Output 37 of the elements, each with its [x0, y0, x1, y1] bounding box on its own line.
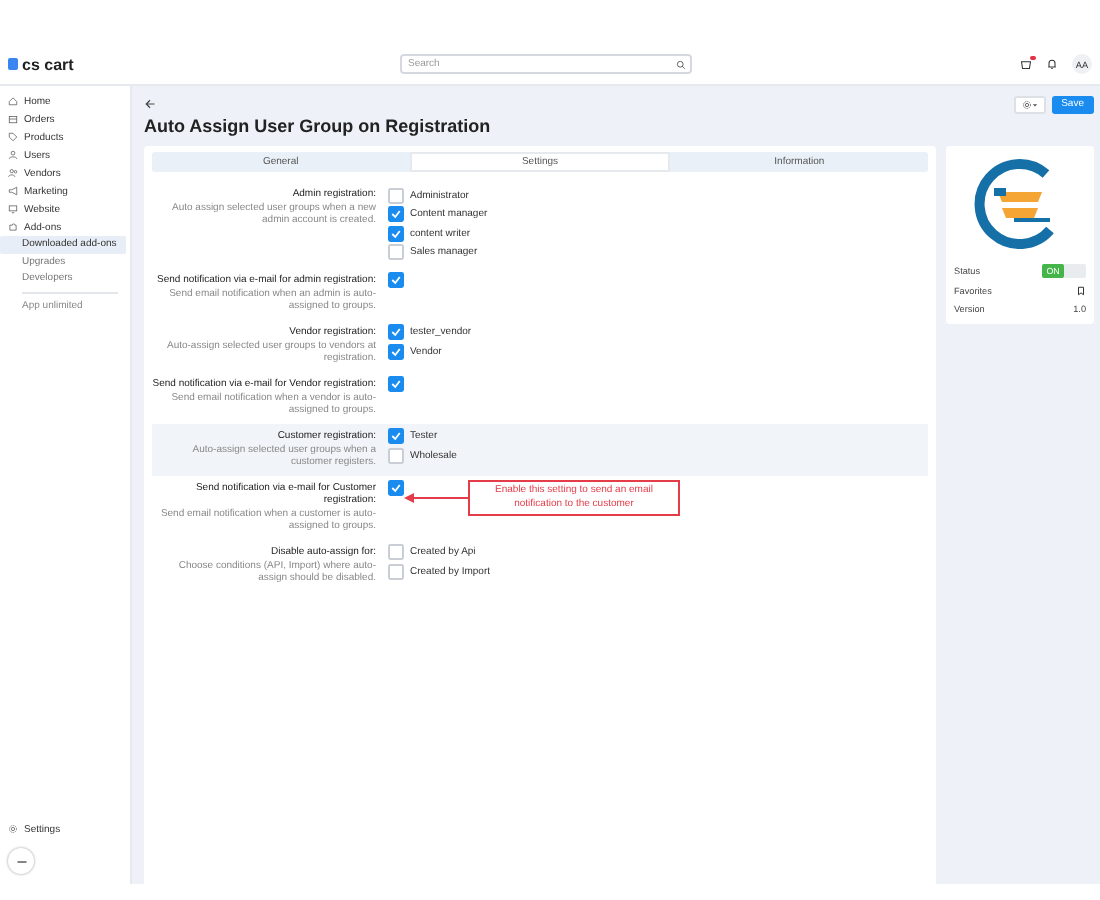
checked-checkbox[interactable] [388, 225, 404, 241]
minus-icon [15, 855, 27, 867]
bell-icon[interactable] [1046, 58, 1058, 70]
tag-icon [8, 132, 18, 142]
checkbox[interactable] [388, 544, 404, 560]
checked-checkbox[interactable] [388, 343, 404, 359]
user-icon [8, 150, 18, 160]
megaphone-icon [8, 186, 18, 196]
back-arrow-icon[interactable] [144, 98, 156, 110]
checkbox[interactable] [388, 447, 404, 463]
checked-checkbox[interactable] [388, 206, 404, 222]
caret-icon [1031, 101, 1038, 107]
checkbox[interactable] [388, 187, 404, 203]
logo-text: cs cart [22, 55, 74, 73]
page-title: Auto Assign User Group on Registration [144, 116, 493, 136]
settings-dropdown-button[interactable] [1013, 95, 1046, 113]
arrow-icon [404, 491, 468, 503]
box-icon [8, 114, 18, 124]
collapse-button[interactable] [8, 848, 34, 874]
settings-icon [8, 824, 18, 834]
bag-icon[interactable] [1020, 58, 1032, 70]
notification-dot [1030, 55, 1035, 60]
checkbox[interactable] [388, 563, 404, 579]
users-icon [8, 168, 18, 178]
checked-checkbox[interactable] [388, 480, 404, 496]
bookmark-icon[interactable] [1076, 286, 1086, 296]
logo-icon [8, 58, 18, 70]
search-icon[interactable] [676, 59, 686, 69]
checked-checkbox[interactable] [388, 376, 404, 392]
home-icon [8, 96, 18, 106]
checked-checkbox[interactable] [388, 272, 404, 288]
monitor-icon [8, 204, 18, 214]
checkbox[interactable] [388, 244, 404, 260]
puzzle-icon [8, 222, 18, 232]
settings-icon [1021, 99, 1032, 109]
checked-checkbox[interactable] [388, 428, 404, 444]
checked-checkbox[interactable] [388, 324, 404, 340]
